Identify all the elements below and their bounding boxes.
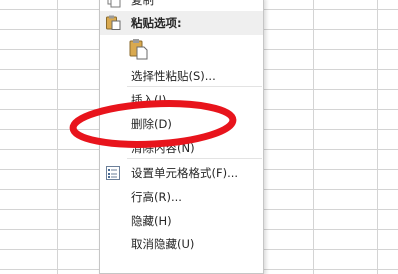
menu-item-row-height-label: 行高(R)... [131, 190, 182, 204]
context-menu: 复制 粘贴选项: 选择性粘贴(S)... 插入(I) 删除(D) 清除内容(N)… [99, 0, 264, 274]
menu-item-clear-contents-label: 清除内容(N) [131, 141, 195, 155]
menu-item-format-cells[interactable]: 设置单元格格式(F)... [100, 161, 263, 185]
menu-item-row-height[interactable]: 行高(R)... [100, 185, 263, 209]
menu-item-insert-label: 插入(I) [131, 93, 167, 107]
menu-item-insert[interactable]: 插入(I) [100, 88, 263, 112]
menu-item-paste-special-label: 选择性粘贴(S)... [131, 69, 216, 83]
clipboard-icon [105, 14, 121, 30]
menu-item-delete[interactable]: 删除(D) [100, 112, 263, 136]
menu-item-hide-label: 隐藏(H) [131, 214, 172, 228]
menu-item-unhide-label: 取消隐藏(U) [131, 237, 195, 251]
format-cells-icon [105, 165, 121, 181]
paste-options-header: 粘贴选项: [100, 11, 263, 35]
menu-item-hide[interactable]: 隐藏(H) [100, 209, 263, 233]
menu-separator [127, 86, 262, 87]
menu-item-copy-label: 复制 [131, 0, 154, 7]
paste-option-keep-source[interactable] [100, 35, 263, 63]
menu-item-delete-label: 删除(D) [131, 117, 172, 131]
menu-separator [127, 158, 262, 159]
menu-item-clear-contents[interactable]: 清除内容(N) [100, 136, 263, 160]
menu-item-format-cells-label: 设置单元格格式(F)... [131, 166, 239, 180]
menu-item-paste-special[interactable]: 选择性粘贴(S)... [100, 64, 263, 88]
copy-icon [105, 0, 121, 8]
paste-options-header-label: 粘贴选项: [131, 16, 182, 30]
menu-item-unhide[interactable]: 取消隐藏(U) [100, 232, 263, 256]
paste-clipboard-icon[interactable] [128, 38, 150, 60]
